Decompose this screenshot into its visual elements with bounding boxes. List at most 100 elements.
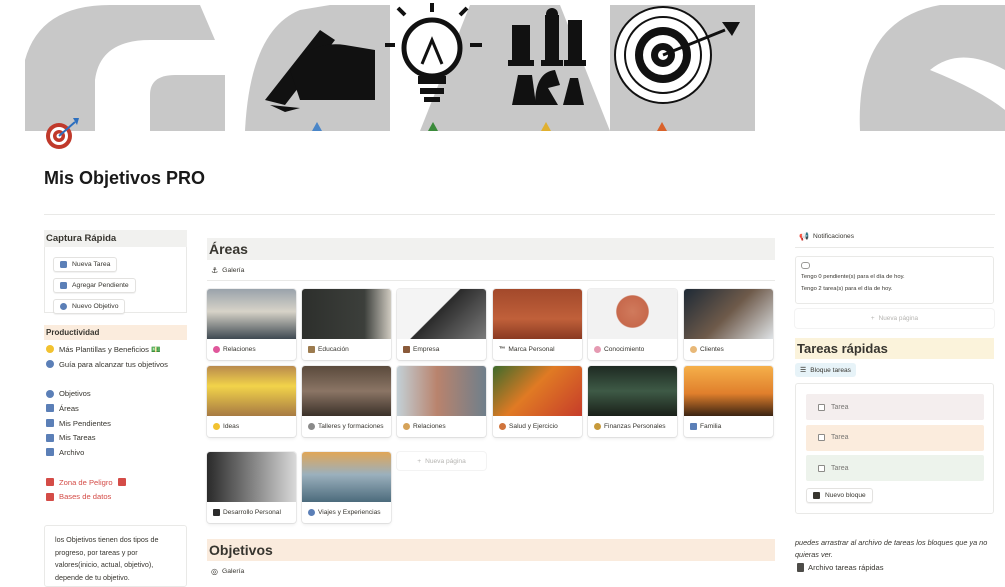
area-card-clientes[interactable]: Clientes (684, 289, 773, 360)
card-cover (302, 452, 391, 502)
card-title: Familia (700, 423, 722, 430)
checkbox-icon (60, 261, 67, 268)
title-divider (44, 214, 995, 215)
target-icon (46, 360, 54, 369)
area-card-conocimiento[interactable]: Conocimiento (588, 289, 677, 360)
card-cover (302, 289, 391, 339)
area-card-empresa[interactable]: Empresa (397, 289, 486, 360)
new-goal-label: Nuevo Objetivo (72, 303, 119, 310)
task-block-button[interactable]: ☰ Bloque tareas (795, 363, 856, 377)
quick-tasks-archive-link[interactable]: Archivo tareas rápidas (797, 563, 884, 572)
danger-zone-label: Zona de Peligro (59, 477, 113, 487)
school-icon (308, 346, 315, 353)
new-block-button[interactable]: Nuevo bloque (806, 487, 873, 503)
goals-guide-link[interactable]: Guía para alcanzar tus objetivos (46, 357, 185, 372)
left-column: Captura Rápida Nueva Tarea Agregar Pendi… (44, 230, 187, 504)
alarm-icon (117, 478, 126, 487)
target-icon (60, 303, 67, 310)
nav-archivo[interactable]: Archivo (46, 445, 185, 460)
quick-task-item[interactable]: Tarea (806, 424, 984, 451)
area-card-marca-personal[interactable]: ™ Marca Personal (493, 289, 582, 360)
nav-label: Áreas (59, 403, 79, 413)
drag-hint-text: puedes arrastrar al archivo de tareas lo… (795, 538, 988, 559)
task-checkbox[interactable] (818, 403, 825, 411)
money-face-icon (46, 345, 54, 354)
card-cover (588, 289, 677, 339)
task-label: Tarea (831, 403, 849, 411)
task-label: Tarea (831, 464, 849, 472)
add-pending-button[interactable]: Agregar Pendiente (53, 278, 136, 293)
danger-zone-link[interactable]: Zona de Peligro (46, 475, 185, 490)
card-title: Clientes (700, 346, 724, 353)
task-block-label: Bloque tareas (810, 366, 851, 374)
nav-label: Objetivos (59, 389, 91, 399)
area-card-talleres[interactable]: Talleres y formaciones (302, 366, 391, 437)
area-card-salud[interactable]: Salud y Ejercicio (493, 366, 582, 437)
card-cover (493, 366, 582, 416)
task-checkbox[interactable] (818, 464, 825, 472)
nav-label: Archivo (59, 447, 85, 457)
airplane-icon (308, 509, 315, 516)
add-pending-label: Agregar Pendiente (72, 282, 129, 289)
anchor-icon: ⚓ (211, 266, 219, 275)
areas-new-page-button[interactable]: + Nueva página (397, 452, 486, 470)
trademark-icon: ™ (499, 346, 506, 353)
new-task-button[interactable]: Nueva Tarea (53, 257, 118, 272)
new-goal-button[interactable]: Nuevo Objetivo (53, 299, 126, 314)
notifications-new-page-button[interactable]: + Nueva página (795, 309, 994, 328)
card-title: Relaciones (223, 346, 256, 353)
megaphone-icon: 📢 (799, 232, 809, 241)
target-icon (46, 389, 54, 398)
new-page-label: Nueva página (425, 457, 466, 465)
target-dart-icon[interactable] (43, 116, 81, 154)
microphone-icon (308, 423, 315, 430)
card-cover (588, 366, 677, 416)
area-card-relaciones[interactable]: Relaciones (207, 289, 296, 360)
quick-task-item[interactable]: Tarea (806, 455, 984, 481)
briefcase-icon (403, 346, 410, 353)
card-title: Ideas (223, 423, 240, 430)
area-card-ideas[interactable]: Ideas (207, 366, 296, 437)
nav-objetivos[interactable]: Objetivos (46, 386, 185, 401)
objetivos-gallery-tab[interactable]: ◎ Galería (207, 561, 775, 581)
area-card-viajes[interactable]: Viajes y Experiencias (302, 452, 391, 523)
card-cover (207, 289, 296, 339)
objetivos-heading: Objetivos (207, 539, 775, 561)
money-bag-icon (594, 423, 601, 430)
plus-icon: + (870, 315, 875, 322)
grid-icon (46, 419, 54, 428)
notifications-box: Tengo 0 pendiente(s) para el día de hoy.… (795, 256, 994, 304)
task-count-text: Tengo 2 tarea(s) para el día de hoy. (801, 286, 893, 292)
cover-image[interactable] (0, 0, 1005, 131)
notifications-heading: 📢 Notificaciones (795, 228, 994, 248)
area-card-familia[interactable]: Familia (684, 366, 773, 437)
nav-tareas[interactable]: Mis Tareas (46, 430, 185, 445)
area-card-relaciones-2[interactable]: Relaciones (397, 366, 486, 437)
checkbox-icon (813, 491, 820, 499)
card-title: Marca Personal (508, 346, 555, 353)
right-column: 📢 Notificaciones Tengo 0 pendiente(s) par… (795, 228, 994, 514)
goals-info-callout: los Objetivos tienen dos tipos de progre… (44, 525, 187, 587)
databases-link[interactable]: Bases de datos (46, 490, 185, 505)
area-card-educacion[interactable]: Educación (302, 289, 391, 360)
new-page-label: Nueva página (878, 315, 919, 322)
new-task-label: Nueva Tarea (72, 261, 111, 268)
archive-box-icon (46, 448, 54, 457)
area-card-desarrollo[interactable]: Desarrollo Personal (207, 452, 296, 523)
book-icon (797, 563, 804, 572)
area-card-finanzas[interactable]: Finanzas Personales (588, 366, 677, 437)
areas-gallery-tab[interactable]: ⚓ Galería (207, 260, 775, 281)
nav-pendientes[interactable]: Mis Pendientes (46, 416, 185, 431)
card-title: Educación (318, 346, 349, 353)
pending-count-text: Tengo 0 pendiente(s) para el día de hoy. (801, 274, 905, 280)
page-title: Mis Objetivos PRO (44, 168, 206, 188)
nav-label: Mis Pendientes (59, 418, 111, 428)
nav-areas[interactable]: Áreas (46, 401, 185, 416)
quick-task-item[interactable]: Tarea (806, 394, 984, 420)
more-templates-link[interactable]: Más Plantillas y Beneficios 💵 (46, 342, 185, 357)
gallery-tab-label: Galería (221, 568, 245, 575)
speech-bubble-icon (801, 262, 810, 269)
task-checkbox[interactable] (818, 434, 825, 441)
inbox-icon (60, 282, 67, 289)
target-icon: ◎ (211, 567, 218, 576)
